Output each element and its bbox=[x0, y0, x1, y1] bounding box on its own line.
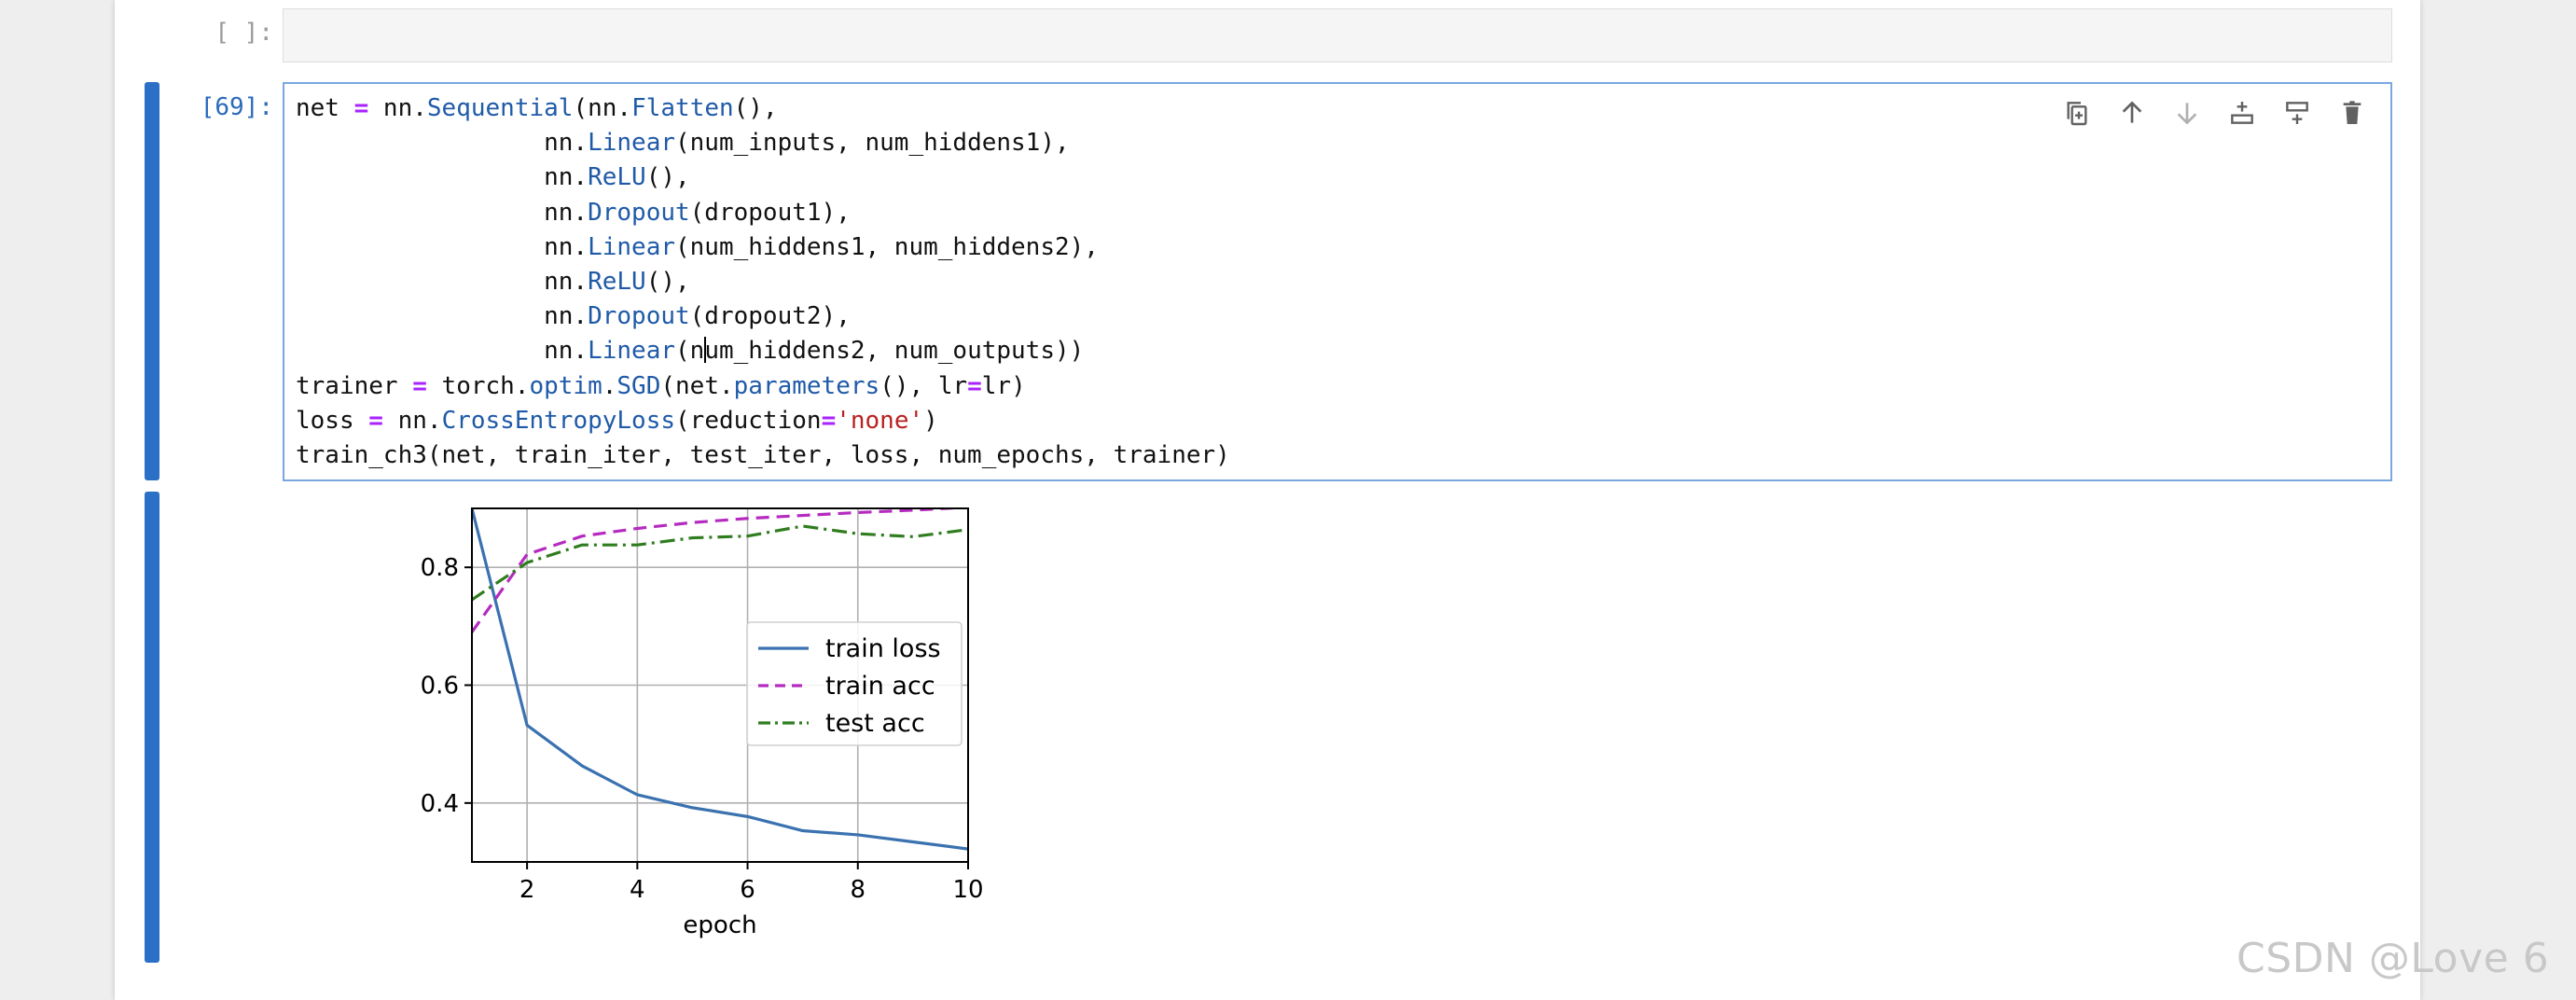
code-token: nn. bbox=[296, 129, 589, 158]
code-line: nn.Linear(num_hiddens1, num_hiddens2), bbox=[296, 230, 1230, 265]
duplicate-icon bbox=[2067, 102, 2087, 126]
code-token: um_hiddens2, num_outputs)) bbox=[704, 337, 1085, 366]
code-token: (), bbox=[733, 94, 778, 122]
code-token: loss bbox=[296, 406, 369, 435]
code-token: (net. bbox=[660, 371, 734, 400]
code-cell-input[interactable]: net = nn.Sequential(nn.Flatten(), nn.Lin… bbox=[283, 82, 2392, 481]
delete-icon bbox=[2343, 101, 2361, 124]
code-token: nn. bbox=[368, 94, 427, 122]
insert-below-icon bbox=[2231, 102, 2253, 124]
code-token: nn. bbox=[296, 198, 589, 227]
duplicate-cell-button[interactable] bbox=[2057, 93, 2097, 132]
legend-label: train acc bbox=[825, 672, 935, 701]
code-token: (num_inputs, num_hiddens1), bbox=[675, 129, 1070, 158]
code-token: net bbox=[296, 94, 354, 122]
code-token: torch. bbox=[426, 371, 530, 400]
code-line: nn.ReLU(), bbox=[296, 160, 1230, 195]
code-token: nn. bbox=[296, 302, 589, 331]
code-editor[interactable]: net = nn.Sequential(nn.Flatten(), nn.Lin… bbox=[296, 91, 1230, 473]
x-axis-label: epoch bbox=[683, 911, 756, 939]
cell-prompt-69: [69]: bbox=[200, 93, 273, 121]
code-token: 'none' bbox=[836, 406, 924, 435]
code-line: train_ch3(net, train_iter, test_iter, lo… bbox=[296, 438, 1230, 473]
code-token: (num_hiddens1, num_hiddens2), bbox=[675, 232, 1099, 261]
code-token: Linear bbox=[588, 337, 675, 366]
code-token: Sequential bbox=[426, 94, 574, 122]
legend-label: test acc bbox=[825, 709, 925, 738]
code-line: nn.Dropout(dropout2), bbox=[296, 299, 1230, 334]
code-token: . bbox=[602, 371, 617, 400]
code-line: net = nn.Sequential(nn.Flatten(), bbox=[296, 91, 1230, 126]
code-line: trainer = torch.optim.SGD(net.parameters… bbox=[296, 369, 1230, 404]
code-token: nn. bbox=[382, 406, 442, 435]
empty-code-cell-input[interactable] bbox=[283, 8, 2392, 62]
insert-below-button[interactable] bbox=[2223, 93, 2262, 132]
code-token: ReLU bbox=[588, 163, 646, 192]
code-line: loss = nn.CrossEntropyLoss(reduction='no… bbox=[296, 404, 1230, 438]
code-token: Linear bbox=[588, 232, 675, 261]
code-token: optim bbox=[529, 371, 602, 400]
notebook-page: [ ]: [69]: net = nn.Sequential(nn.Flatte… bbox=[115, 0, 2420, 1000]
cell-prompt-empty: [ ]: bbox=[215, 19, 273, 47]
code-token: nn. bbox=[296, 337, 589, 366]
code-token: = bbox=[368, 406, 383, 435]
x-tick-label: 10 bbox=[952, 876, 983, 904]
code-token: (reduction bbox=[675, 406, 822, 435]
code-line: nn.ReLU(), bbox=[296, 265, 1230, 299]
code-token: (n bbox=[675, 337, 705, 366]
code-line: nn.Dropout(dropout1), bbox=[296, 196, 1230, 230]
input-collapser-bar[interactable] bbox=[145, 82, 159, 480]
delete-cell-button[interactable] bbox=[2333, 93, 2372, 132]
code-token: = bbox=[353, 94, 369, 122]
code-token: parameters bbox=[733, 371, 880, 400]
code-token: (nn. bbox=[573, 94, 632, 122]
code-token: Dropout bbox=[588, 302, 690, 331]
x-tick-label: 2 bbox=[519, 876, 535, 904]
move-up-icon bbox=[2122, 101, 2142, 123]
code-token: (), bbox=[645, 267, 690, 296]
code-token: (dropout1), bbox=[689, 198, 851, 227]
code-token: nn. bbox=[296, 232, 589, 261]
insert-above-button[interactable] bbox=[2278, 93, 2317, 132]
code-token: ReLU bbox=[588, 267, 646, 296]
code-token: = bbox=[967, 371, 982, 400]
move-down-icon bbox=[2177, 103, 2197, 125]
output-collapser-bar[interactable] bbox=[145, 492, 159, 963]
y-tick-label: 0.4 bbox=[421, 790, 459, 818]
code-token: CrossEntropyLoss bbox=[441, 406, 676, 435]
code-token: trainer bbox=[296, 371, 413, 400]
code-token: Dropout bbox=[588, 198, 690, 227]
move-down-button[interactable] bbox=[2167, 93, 2207, 132]
x-tick-label: 8 bbox=[851, 876, 866, 904]
code-token: Linear bbox=[588, 129, 675, 158]
code-token: (dropout2), bbox=[689, 302, 851, 331]
code-token: lr) bbox=[981, 371, 1026, 400]
code-token: (), bbox=[645, 163, 690, 192]
code-token: = bbox=[412, 371, 427, 400]
code-line: nn.Linear(num_hiddens2, num_outputs)) bbox=[296, 334, 1230, 368]
y-tick-label: 0.6 bbox=[421, 673, 459, 701]
code-token: (), lr bbox=[879, 371, 968, 400]
insert-above-icon bbox=[2286, 102, 2308, 124]
training-chart: 2 4 6 8 10 0.4 0.6 0.8 epoch train loss train acc t… bbox=[421, 507, 984, 939]
y-tick-label: 0.8 bbox=[421, 554, 459, 582]
x-tick-label: 6 bbox=[740, 876, 755, 904]
watermark: CSDN @Love 6 bbox=[2237, 935, 2550, 982]
code-token: nn. bbox=[296, 163, 589, 192]
code-token: nn. bbox=[296, 267, 589, 296]
move-up-button[interactable] bbox=[2112, 93, 2152, 132]
code-token: ) bbox=[923, 406, 938, 435]
cell-toolbar bbox=[2057, 93, 2372, 132]
code-token: SGD bbox=[616, 371, 661, 400]
code-line: nn.Linear(num_inputs, num_hiddens1), bbox=[296, 126, 1230, 160]
code-token: train_ch3(net, train_iter, test_iter, lo… bbox=[296, 440, 1230, 469]
legend-label: train loss bbox=[825, 634, 941, 663]
x-tick-label: 4 bbox=[630, 876, 645, 904]
code-token: = bbox=[821, 406, 837, 435]
code-token: Flatten bbox=[631, 94, 734, 122]
